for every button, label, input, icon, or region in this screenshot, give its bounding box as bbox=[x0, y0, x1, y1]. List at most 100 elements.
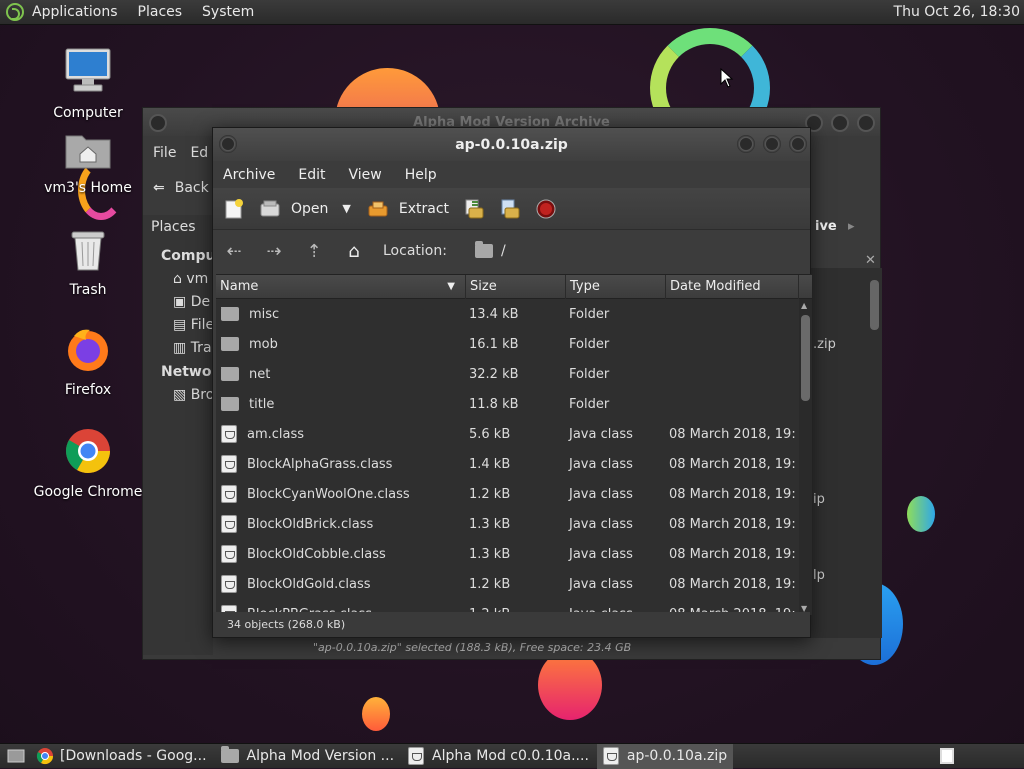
sidebar-item-home[interactable]: ⌂ vm bbox=[173, 271, 208, 287]
system-menu[interactable]: System bbox=[202, 4, 254, 20]
sidebar-item-filesystem[interactable]: ▤ File bbox=[173, 317, 214, 333]
sidebar-item-desktop[interactable]: ▣ De bbox=[173, 294, 210, 310]
file-name-cell: BlockOldCobble.class bbox=[216, 545, 466, 563]
java-file-icon bbox=[221, 515, 237, 533]
file-row[interactable]: BlockOldBrick.class 1.3 kB Java class 08 Ma… bbox=[216, 509, 799, 539]
column-header-name[interactable]: Name ▼ bbox=[216, 274, 466, 299]
file-date-cell: 08 March 2018, 19:... bbox=[669, 546, 796, 562]
taskbar-item-chrome[interactable]: [Downloads - Goog... bbox=[30, 744, 213, 769]
file-row[interactable]: title 11.8 kB Folder bbox=[216, 389, 799, 419]
folder-icon bbox=[221, 336, 239, 351]
new-archive-button[interactable] bbox=[223, 198, 245, 220]
back-button[interactable]: ⇐ Back bbox=[153, 180, 209, 196]
scroll-up-icon[interactable]: ▲ bbox=[801, 301, 807, 310]
menu-file[interactable]: File bbox=[153, 145, 176, 161]
file-name: BlockOldBrick.class bbox=[247, 516, 374, 532]
open-button[interactable]: Open bbox=[259, 198, 328, 220]
file-row[interactable]: misc 13.4 kB Folder bbox=[216, 299, 799, 329]
column-header-type[interactable]: Type bbox=[566, 274, 666, 299]
sidebar-item-browse-network[interactable]: ▧ Bro bbox=[173, 387, 214, 403]
file-type-cell: Java class bbox=[569, 546, 633, 562]
taskbar-item-label: Alpha Mod c0.0.10a.... bbox=[432, 748, 589, 764]
extract-icon bbox=[368, 201, 388, 216]
desktop-icon-label: Computer bbox=[53, 105, 123, 121]
desktop-icon-computer[interactable]: Computer bbox=[33, 45, 143, 121]
file-name: BlockOldCobble.class bbox=[247, 546, 386, 562]
menu-edit[interactable]: Edit bbox=[298, 167, 325, 183]
window-menu-button[interactable] bbox=[219, 135, 237, 153]
file-row[interactable]: BlockCyanWoolOne.class 1.2 kB Java class 08… bbox=[216, 479, 799, 509]
close-pane-icon[interactable]: ✕ bbox=[865, 253, 876, 268]
file-name: am.class bbox=[247, 426, 305, 442]
new-archive-icon bbox=[225, 198, 243, 218]
file-name-cell: misc bbox=[216, 306, 466, 322]
file-name-cell: title bbox=[216, 396, 466, 412]
file-date-cell: 08 March 2018, 19:... bbox=[669, 576, 796, 592]
workspace-switcher[interactable] bbox=[940, 748, 954, 764]
file-type-cell: Java class bbox=[569, 456, 633, 472]
taskbar-item-java-file[interactable]: Alpha Mod c0.0.10a.... bbox=[402, 744, 595, 769]
scrollbar-thumb[interactable] bbox=[801, 315, 810, 401]
titlebar[interactable]: ap-0.0.10a.zip bbox=[213, 128, 810, 161]
maximize-button[interactable] bbox=[831, 114, 849, 132]
file-row[interactable]: am.class 5.6 kB Java class 08 March 2018, 1… bbox=[216, 419, 799, 449]
column-header-size[interactable]: Size bbox=[466, 274, 566, 299]
scroll-right-icon[interactable]: ▸ bbox=[848, 219, 855, 234]
file-row[interactable]: BlockOldCobble.class 1.3 kB Java class 08 M… bbox=[216, 539, 799, 569]
java-file-icon bbox=[221, 425, 237, 443]
file-date-cell: 08 March 2018, 19:... bbox=[669, 456, 796, 472]
clock[interactable]: Thu Oct 26, 18:30 bbox=[894, 4, 1020, 20]
desktop-icon-chrome[interactable]: Google Chrome bbox=[33, 426, 143, 500]
applications-menu[interactable]: Applications bbox=[32, 4, 118, 20]
file-name: BlockOldGold.class bbox=[247, 576, 371, 592]
up-arrow-icon[interactable]: ⇡ bbox=[303, 241, 325, 262]
file-size-cell: 11.8 kB bbox=[469, 396, 519, 412]
window-menu-button[interactable] bbox=[149, 114, 167, 132]
location-path[interactable]: / bbox=[501, 243, 506, 259]
file-list[interactable]: Name ▼ Size Type Date Modified misc 13.4 … bbox=[216, 274, 812, 615]
show-desktop-button[interactable] bbox=[4, 744, 30, 769]
archive-manager-window[interactable]: ap-0.0.10a.zip Archive Edit View Help Op… bbox=[212, 127, 812, 638]
sidebar-item-trash[interactable]: ▥ Tra bbox=[173, 340, 212, 356]
minimize-button[interactable] bbox=[737, 135, 755, 153]
maximize-button[interactable] bbox=[763, 135, 781, 153]
forward-arrow-icon[interactable]: ⇢ bbox=[263, 241, 285, 262]
menu-archive[interactable]: Archive bbox=[223, 167, 275, 183]
extract-button[interactable]: Extract bbox=[367, 198, 449, 220]
desktop-icon-label: Google Chrome bbox=[33, 484, 143, 500]
stop-button[interactable] bbox=[535, 198, 557, 220]
file-type-cell: Java class bbox=[569, 486, 633, 502]
view-toggle-button[interactable]: ive bbox=[815, 219, 837, 234]
folder-icon bbox=[474, 241, 493, 258]
desktop-icon-trash[interactable]: Trash bbox=[33, 226, 143, 298]
chrome-icon bbox=[36, 748, 54, 765]
menu-view[interactable]: View bbox=[349, 167, 382, 183]
desktop-icon-label: Firefox bbox=[64, 382, 112, 398]
open-dropdown-button[interactable]: ▼ bbox=[342, 202, 350, 215]
menu-edit[interactable]: Ed bbox=[190, 145, 208, 161]
menu-help[interactable]: Help bbox=[405, 167, 437, 183]
close-button[interactable] bbox=[789, 135, 807, 153]
file-name: misc bbox=[249, 306, 280, 322]
mate-logo-icon[interactable] bbox=[6, 3, 24, 21]
scrollbar-thumb[interactable] bbox=[870, 280, 879, 330]
back-arrow-icon[interactable]: ⇠ bbox=[223, 241, 245, 262]
vertical-scrollbar[interactable]: ▲ ▼ bbox=[799, 299, 812, 615]
desktop-icon-firefox[interactable]: Firefox bbox=[33, 326, 143, 398]
taskbar-item-file-manager[interactable]: Alpha Mod Version ... bbox=[215, 744, 401, 769]
add-files-button[interactable] bbox=[463, 198, 485, 220]
desktop-icon-label: Trash bbox=[69, 282, 107, 298]
close-button[interactable] bbox=[857, 114, 875, 132]
file-row[interactable]: BlockOldGold.class 1.2 kB Java class 08 Mar… bbox=[216, 569, 799, 599]
column-header-date[interactable]: Date Modified bbox=[666, 274, 799, 299]
desktop-icon-home[interactable]: vm3's Home bbox=[33, 128, 143, 196]
file-row[interactable]: net 32.2 kB Folder bbox=[216, 359, 799, 389]
taskbar-item-archive[interactable]: ap-0.0.10a.zip bbox=[596, 743, 734, 769]
file-type-cell: Java class bbox=[569, 426, 633, 442]
add-folder-button[interactable] bbox=[499, 198, 521, 220]
home-icon[interactable]: ⌂ bbox=[343, 241, 365, 262]
file-row[interactable]: mob 16.1 kB Folder bbox=[216, 329, 799, 359]
places-menu[interactable]: Places bbox=[138, 4, 183, 20]
stop-icon bbox=[536, 199, 556, 218]
file-row[interactable]: BlockAlphaGrass.class 1.4 kB Java class 08 … bbox=[216, 449, 799, 479]
